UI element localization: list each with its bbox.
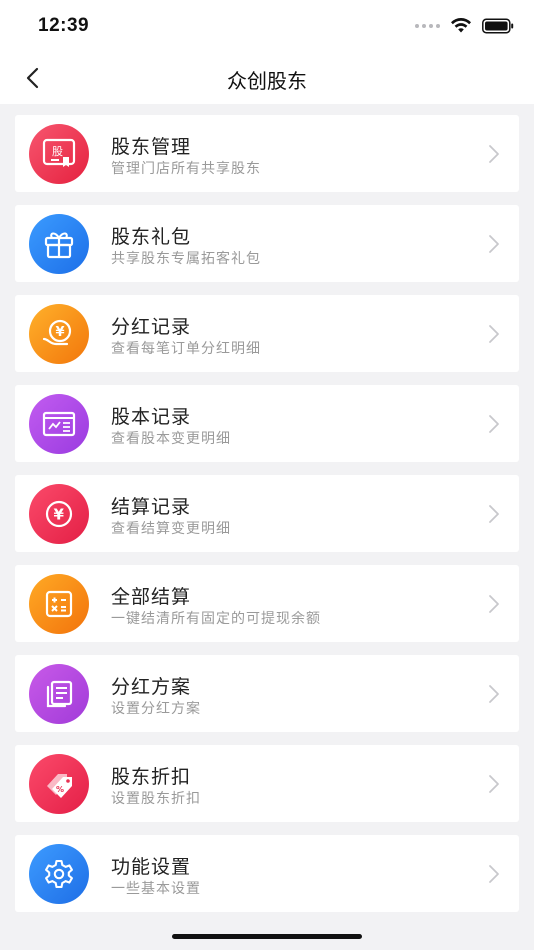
menu-item-title: 股东管理 xyxy=(111,136,192,158)
gear-icon xyxy=(29,844,89,904)
chevron-right-icon xyxy=(489,775,499,793)
menu-item-settle-all[interactable]: 全部结算 一键结清所有固定的可提现余额 xyxy=(15,565,519,642)
menu-item-subtitle: 查看每笔订单分红明细 xyxy=(111,341,261,357)
status-time: 12:39 xyxy=(38,15,90,36)
status-bar: 12:39 xyxy=(0,0,534,52)
chevron-right-icon xyxy=(489,865,499,883)
chevron-right-icon xyxy=(489,325,499,343)
menu-item-subtitle: 一些基本设置 xyxy=(111,881,201,897)
nav-bar: 众创股东 xyxy=(0,52,534,104)
menu-item-shareholder-discount[interactable]: % 股东折扣 设置股东折扣 xyxy=(15,745,519,822)
menu-item-subtitle: 共享股东专属拓客礼包 xyxy=(111,251,261,267)
menu-item-subtitle: 设置分红方案 xyxy=(111,701,201,717)
home-indicator xyxy=(172,934,362,939)
menu-item-title: 结算记录 xyxy=(111,496,192,518)
chevron-right-icon xyxy=(489,235,499,253)
menu-item-shareholder-gift[interactable]: 股东礼包 共享股东专属拓客礼包 xyxy=(15,205,519,282)
yuan-coin-icon: ¥ xyxy=(29,484,89,544)
menu-list: 股 股东管理 管理门店所有共享股东 股东礼包 共享股东专属拓客礼包 ¥ 分红记录… xyxy=(15,115,519,925)
menu-item-subtitle: 一键结清所有固定的可提现余额 xyxy=(111,611,321,627)
menu-item-subtitle: 设置股东折扣 xyxy=(111,791,201,807)
chevron-right-icon xyxy=(489,595,499,613)
menu-item-subtitle: 查看股本变更明细 xyxy=(111,431,231,447)
svg-text:¥: ¥ xyxy=(56,325,65,340)
menu-item-title: 股东礼包 xyxy=(111,226,192,248)
menu-item-settlement-records[interactable]: ¥ 结算记录 查看结算变更明细 xyxy=(15,475,519,552)
page-title: 众创股东 xyxy=(227,69,307,93)
menu-item-title: 股东折扣 xyxy=(111,766,192,788)
menu-item-equity-records[interactable]: 股本记录 查看股本变更明细 xyxy=(15,385,519,462)
menu-item-title: 分红方案 xyxy=(111,676,192,698)
chart-card-icon xyxy=(29,394,89,454)
gift-icon xyxy=(29,214,89,274)
chevron-right-icon xyxy=(489,505,499,523)
chevron-right-icon xyxy=(489,145,499,163)
menu-item-shareholder-management[interactable]: 股 股东管理 管理门店所有共享股东 xyxy=(15,115,519,192)
calculator-icon xyxy=(29,574,89,634)
menu-item-subtitle: 查看结算变更明细 xyxy=(111,521,231,537)
signal-icon xyxy=(415,24,440,28)
menu-item-title: 股本记录 xyxy=(111,406,192,428)
chevron-right-icon xyxy=(489,415,499,433)
menu-item-title: 全部结算 xyxy=(111,586,192,608)
chevron-right-icon xyxy=(489,685,499,703)
svg-text:股: 股 xyxy=(52,145,63,158)
status-icons xyxy=(415,16,514,36)
menu-item-title: 功能设置 xyxy=(111,856,192,878)
menu-item-function-settings[interactable]: 功能设置 一些基本设置 xyxy=(15,835,519,912)
menu-item-subtitle: 管理门店所有共享股东 xyxy=(111,161,261,177)
menu-item-dividend-plan[interactable]: 分红方案 设置分红方案 xyxy=(15,655,519,732)
battery-icon xyxy=(482,18,514,34)
shareholder-card-icon: 股 xyxy=(29,124,89,184)
document-stack-icon xyxy=(29,664,89,724)
menu-item-title: 分红记录 xyxy=(111,316,192,338)
menu-item-dividend-records[interactable]: ¥ 分红记录 查看每笔订单分红明细 xyxy=(15,295,519,372)
svg-text:¥: ¥ xyxy=(54,506,65,524)
discount-tag-icon: % xyxy=(29,754,89,814)
yuan-hand-icon: ¥ xyxy=(29,304,89,364)
wifi-icon xyxy=(451,18,471,33)
svg-text:%: % xyxy=(56,785,64,794)
screen: 12:39 众创股东 股 股东管理 管理门店所有共享股东 股东礼包 共享股东专属… xyxy=(0,0,534,950)
